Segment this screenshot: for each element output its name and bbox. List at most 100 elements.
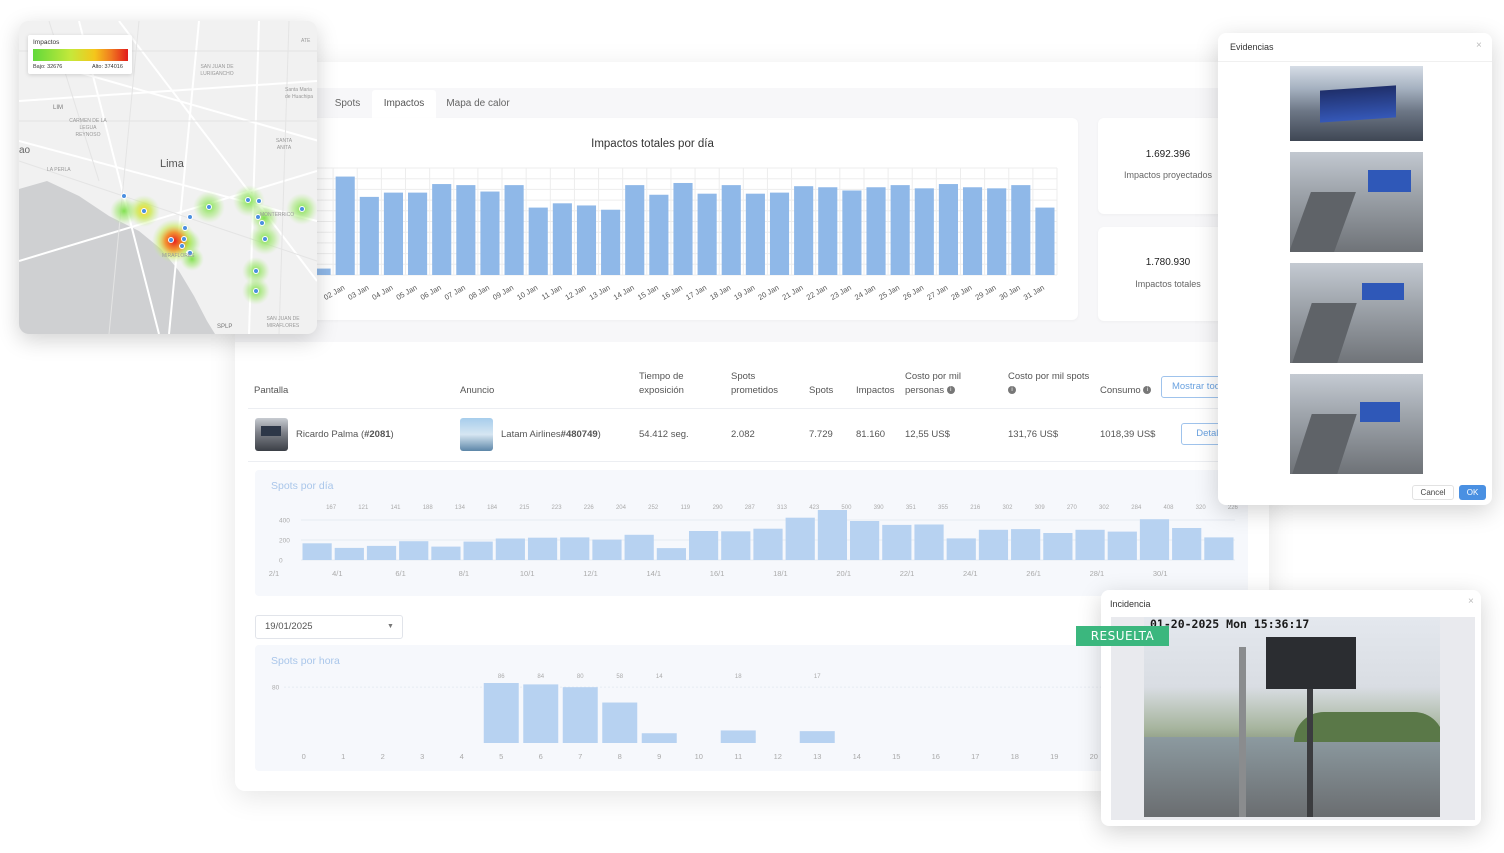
bar <box>745 193 765 275</box>
bar <box>721 531 751 560</box>
data-label: 216 <box>970 505 981 511</box>
x-tick-label: 15 <box>892 752 900 761</box>
anuncio-cell[interactable]: Latam Airlines#480749) <box>501 429 601 440</box>
col-header-tiempo: Tiempo de exposición <box>639 370 684 398</box>
spots-por-dia-panel: Spots por día 0 200 400 167 121 141 188 134 184 2… <box>255 470 1248 596</box>
col-header-costo-personas: Costo por mil personas i <box>905 370 961 398</box>
data-label: 215 <box>519 505 530 511</box>
x-tick-label: 04 Jan <box>370 283 394 302</box>
legend-high: Alto: 374016 <box>92 64 123 70</box>
x-tick-label: 1 <box>341 752 345 761</box>
bar <box>818 187 838 275</box>
map-label-santa-maria: Santa Maria de Huachipa <box>285 87 314 100</box>
billboard-shape <box>1362 283 1404 300</box>
map-label-ate: ATE <box>301 38 311 44</box>
bar <box>688 531 719 560</box>
x-tick-label: 19 <box>1050 752 1058 761</box>
legend-low: Bajo: 32676 <box>33 64 63 70</box>
x-tick-label: 14 <box>853 752 861 761</box>
x-tick-label: 6/1 <box>395 569 405 578</box>
anuncio-id: #480749 <box>560 429 598 440</box>
bar <box>649 194 669 275</box>
bar <box>641 733 677 743</box>
close-icon[interactable]: × <box>1476 40 1482 51</box>
bar <box>882 524 912 560</box>
bar <box>624 534 654 560</box>
map-label-santa-anita: SANTA ANITA <box>275 138 293 151</box>
data-label: 355 <box>938 505 949 511</box>
info-icon[interactable]: i <box>946 386 955 395</box>
x-tick-label: 4/1 <box>332 569 342 578</box>
road-shape <box>1292 414 1357 474</box>
kpi-impactos-totales: 1.780.930 Impactos totales <box>1098 227 1238 321</box>
data-label: 313 <box>777 505 788 511</box>
evidence-image[interactable] <box>1290 152 1423 252</box>
bar <box>528 207 548 275</box>
map-label-sj-lurigancho: SAN JUAN DE LURIGANCHO <box>200 64 234 77</box>
legend-gradient <box>33 49 128 61</box>
tab-impactos[interactable]: Impactos <box>372 90 436 118</box>
camera-image[interactable]: 01-20-2025 Mon 15:36:17 <box>1144 617 1440 817</box>
tab-mapa-de-calor[interactable]: Mapa de calor <box>440 90 516 118</box>
x-tick-label: 17 <box>971 752 979 761</box>
x-tick-label: 14 Jan <box>612 283 636 302</box>
cancel-button[interactable]: Cancel <box>1412 485 1454 500</box>
evidence-image[interactable] <box>1290 263 1423 363</box>
billboard-shape <box>261 426 281 436</box>
close-icon[interactable]: × <box>1468 596 1474 607</box>
x-tick-label: 27 Jan <box>925 283 949 302</box>
x-tick-label: 24 Jan <box>853 283 877 302</box>
x-tick-label: 25 Jan <box>877 283 901 302</box>
x-tick-label: 10/1 <box>520 569 535 578</box>
x-tick-label: 15 Jan <box>636 283 660 302</box>
top-strip <box>235 62 1269 88</box>
hill-shape <box>1294 712 1440 742</box>
info-icon[interactable]: i <box>1008 386 1016 395</box>
bar <box>601 209 621 275</box>
x-tick-label: 05 Jan <box>395 283 419 302</box>
bar <box>431 546 461 560</box>
x-tick-label: 24/1 <box>963 569 978 578</box>
data-label: 86 <box>498 674 505 680</box>
x-tick-label: 20 <box>1090 752 1098 761</box>
bar <box>302 543 332 560</box>
data-label: 290 <box>713 505 724 511</box>
anuncio-name: Latam Airlines <box>501 429 561 440</box>
bar <box>483 683 519 743</box>
x-tick-label: 16/1 <box>710 569 725 578</box>
info-icon[interactable]: i <box>1143 386 1152 395</box>
impactos-chart: 02 Jan 03 Jan 04 Jan 05 Jan 06 Jan 07 Jan 08 J… <box>308 167 1058 302</box>
billboard-shape <box>1368 170 1411 192</box>
bar <box>463 541 493 560</box>
evidence-image[interactable] <box>1290 374 1423 474</box>
col-header-consumo: Consumo i <box>1100 384 1152 398</box>
x-tick-label: 08 Jan <box>467 283 491 302</box>
bar <box>456 185 476 275</box>
data-label: 141 <box>391 505 402 511</box>
x-tick-label: 6 <box>539 752 543 761</box>
date-select[interactable]: 19/01/2025 ▼ <box>255 615 403 639</box>
y-tick-label: 0 <box>279 558 283 565</box>
tab-spots[interactable]: Spots <box>325 90 370 118</box>
impactos-chart-panel: Impactos totales por día 02 Jan 03 Jan 04 … <box>235 118 1078 320</box>
pantalla-cell[interactable]: Ricardo Palma (#2081) <box>296 429 394 440</box>
ok-button[interactable]: OK <box>1459 485 1486 500</box>
prometidos-cell: 2.082 <box>731 429 755 440</box>
x-tick-label: 3 <box>420 752 424 761</box>
x-tick-label: 0 <box>302 752 306 761</box>
bar <box>938 184 958 275</box>
data-label: 309 <box>1035 505 1046 511</box>
bar <box>1043 533 1073 560</box>
col-header-costo-personas-text: personas <box>905 385 945 396</box>
data-label: 121 <box>358 505 369 511</box>
x-tick-label: 12/1 <box>583 569 598 578</box>
heatmap-card[interactable]: Lima LIM ao SPLP SAN JUAN DE LURIGANCHO … <box>19 21 317 334</box>
pantalla-name: Ricardo Palma ( <box>296 429 365 440</box>
table-row[interactable]: Ricardo Palma (#2081) Latam Airlines#480… <box>248 409 1248 461</box>
evidence-image[interactable] <box>1290 66 1423 141</box>
x-tick-label: 13 Jan <box>588 283 612 302</box>
x-tick-label: 28 Jan <box>950 283 974 302</box>
x-tick-label: 2/1 <box>269 569 279 578</box>
col-header-prometidos-line2: prometidos <box>731 385 778 396</box>
heatmap-legend: Impactos Bajo: 32676 Alto: 374016 <box>28 35 132 74</box>
